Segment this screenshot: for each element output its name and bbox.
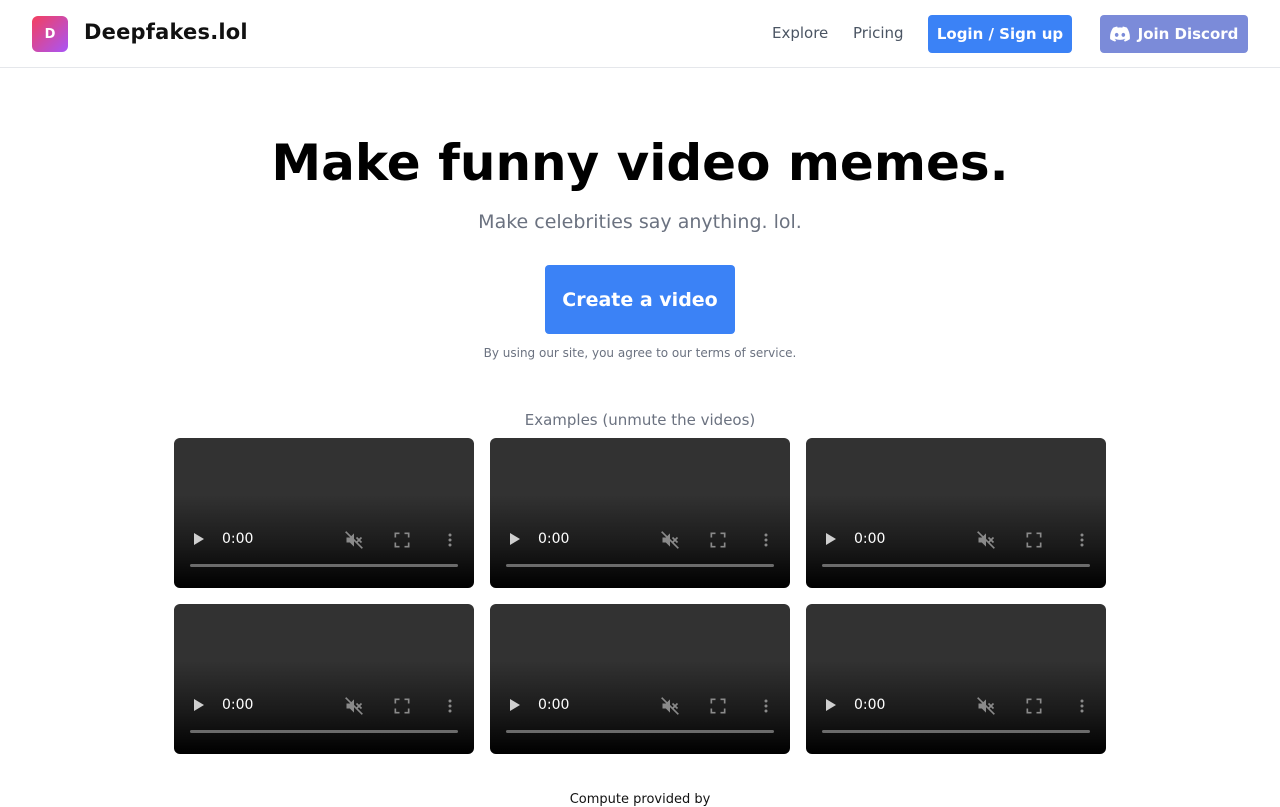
logo-letter: D [44,26,56,42]
video-progress-bar[interactable] [822,730,1090,733]
example-video[interactable]: 0:00 [806,604,1106,754]
example-videos-grid: 0:00 0:00 0:00 0:00 0:00 0:00 [174,438,1106,754]
video-time: 0:00 [854,697,886,713]
video-progress-bar[interactable] [506,730,774,733]
muted-speaker-icon[interactable] [660,530,680,550]
example-video[interactable]: 0:00 [174,438,474,588]
play-icon[interactable] [510,533,520,545]
hero-title: Make funny video memes. [271,134,1009,192]
nav-explore-link[interactable]: Explore [772,24,828,42]
examples-label: Examples (unmute the videos) [524,411,756,429]
video-time: 0:00 [538,697,570,713]
brand-name[interactable]: Deepfakes.lol [84,20,248,44]
more-options-icon[interactable] [440,530,460,550]
muted-speaker-icon[interactable] [344,530,364,550]
nav-pricing-link[interactable]: Pricing [853,24,904,42]
fullscreen-icon[interactable] [392,530,412,550]
terms-notice[interactable]: By using our site, you agree to our term… [0,346,1280,360]
play-icon[interactable] [826,699,836,711]
more-options-icon[interactable] [440,696,460,716]
fullscreen-icon[interactable] [392,696,412,716]
join-discord-label: Join Discord [1137,25,1239,43]
video-progress-bar[interactable] [822,564,1090,567]
muted-speaker-icon[interactable] [344,696,364,716]
video-time: 0:00 [222,531,254,547]
play-icon[interactable] [826,533,836,545]
muted-speaker-icon[interactable] [660,696,680,716]
example-video[interactable]: 0:00 [490,438,790,588]
more-options-icon[interactable] [1072,530,1092,550]
logo[interactable]: D [32,16,68,52]
fullscreen-icon[interactable] [708,696,728,716]
muted-speaker-icon[interactable] [976,530,996,550]
example-video[interactable]: 0:00 [490,604,790,754]
hero-subtitle: Make celebrities say anything. lol. [478,211,802,233]
create-video-button[interactable]: Create a video [545,265,735,334]
join-discord-button[interactable]: Join Discord [1100,15,1248,53]
more-options-icon[interactable] [756,696,776,716]
login-signup-button[interactable]: Login / Sign up [928,15,1072,53]
play-icon[interactable] [194,699,204,711]
video-time: 0:00 [538,531,570,547]
video-progress-bar[interactable] [190,564,458,567]
fullscreen-icon[interactable] [1024,696,1044,716]
video-progress-bar[interactable] [506,564,774,567]
more-options-icon[interactable] [1072,696,1092,716]
top-navbar: D Deepfakes.lol Explore Pricing Login / … [0,0,1280,68]
fullscreen-icon[interactable] [1024,530,1044,550]
video-time: 0:00 [222,697,254,713]
more-options-icon[interactable] [756,530,776,550]
video-progress-bar[interactable] [190,730,458,733]
example-video[interactable]: 0:00 [806,438,1106,588]
discord-icon [1109,26,1130,42]
example-video[interactable]: 0:00 [174,604,474,754]
muted-speaker-icon[interactable] [976,696,996,716]
play-icon[interactable] [194,533,204,545]
video-time: 0:00 [854,531,886,547]
fullscreen-icon[interactable] [708,530,728,550]
play-icon[interactable] [510,699,520,711]
